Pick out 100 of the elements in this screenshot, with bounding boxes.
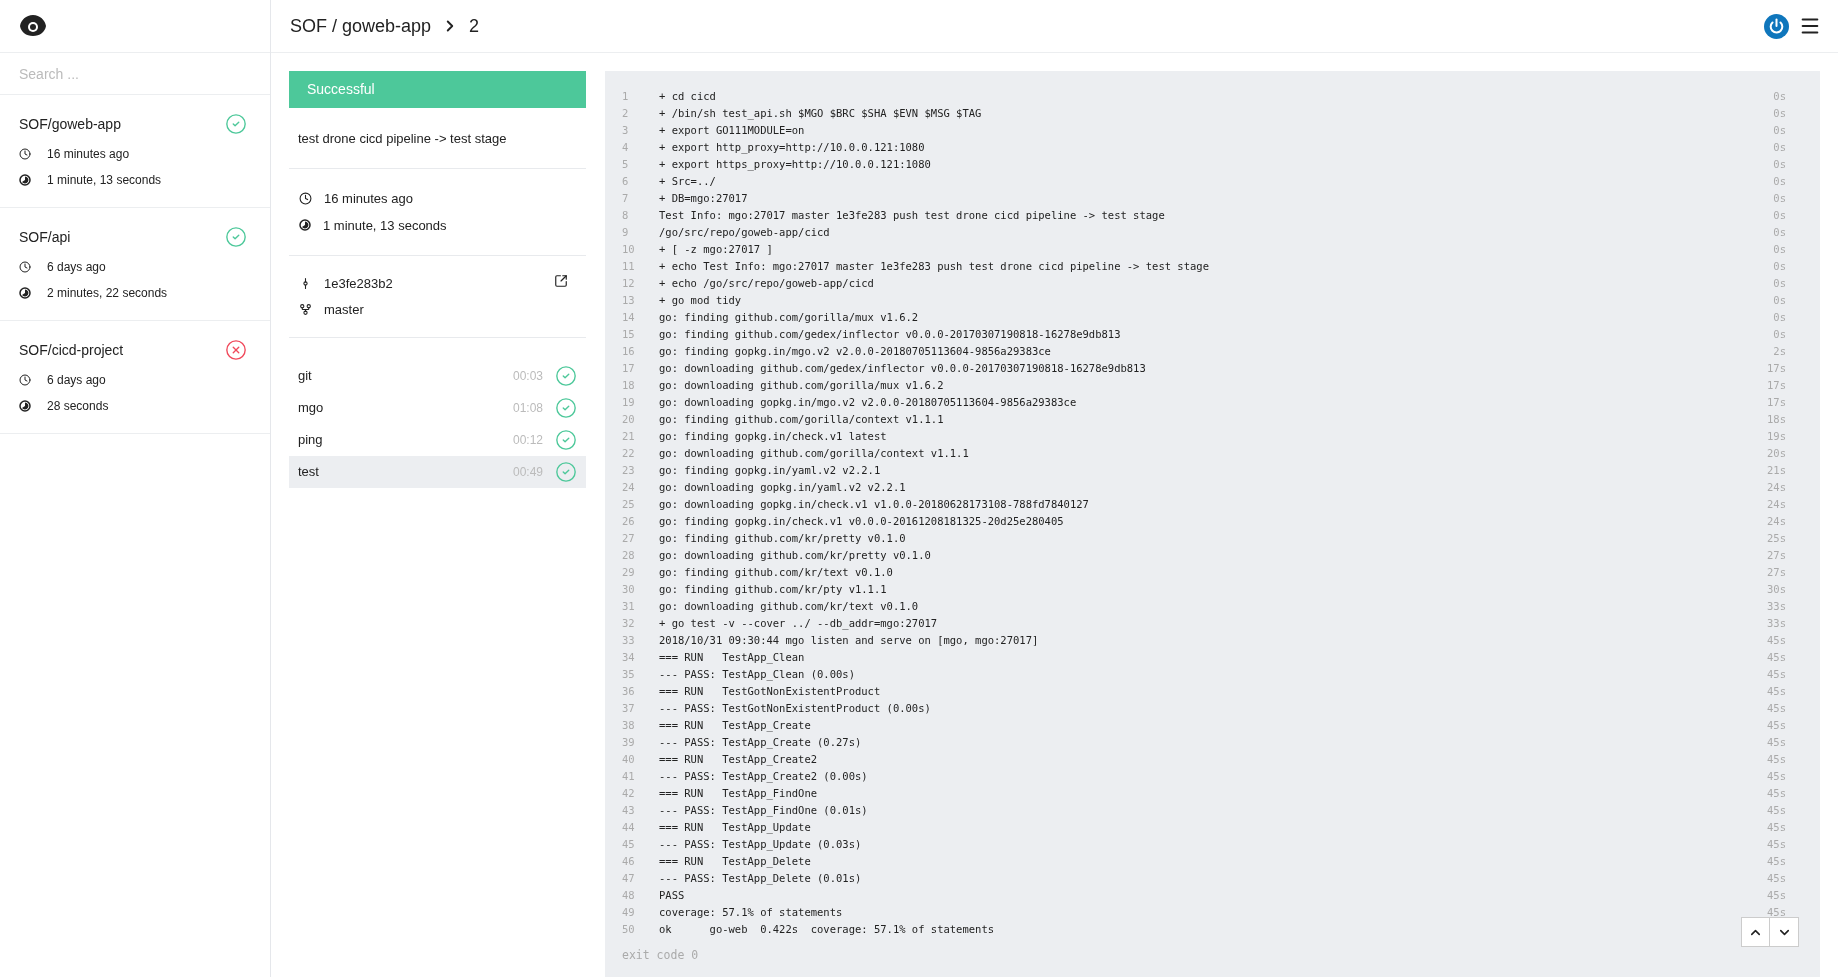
log-line: === RUN TestApp_Update [659,819,811,836]
log-line: --- PASS: TestGotNonExistentProduct (0.00s) [659,700,931,716]
log-time: 45s [1767,887,1786,903]
log-line: go: finding github.com/kr/pretty v0.1.0 [659,530,906,546]
line-number: 25 [622,496,636,512]
log-time: 45s [1767,819,1786,835]
log-line: --- PASS: TestApp_Update (0.03s) [659,836,862,853]
search-field[interactable]: Search ... [0,53,270,95]
repo-item[interactable]: SOF/goweb-app 16 minutes ago 1 minute, 13 seconds [0,95,270,208]
log-line: go: downloading gopkg.in/yaml.v2 v2.2.1 [659,479,906,495]
log-line: go: downloading gopkg.in/mgo.v2 v2.0.0-20180705113604-9856a29383ce [659,394,1077,410]
line-number: 35 [622,666,636,682]
log-line: go: downloading github.com/gorilla/mux v1.6.2 [659,377,944,393]
stage-time: 01:08 [512,400,543,417]
log-time: 24s [1767,479,1786,495]
log-time: 30s [1767,581,1786,597]
log-line: /go/src/repo/goweb-app/cicd [659,224,830,240]
log-time: 2s [1773,343,1786,359]
log-time: 0s [1773,275,1786,291]
line-number: 6 [622,173,630,189]
log-line: go: finding github.com/gedex/inflector v0.0.0-20170307190818-16278e9db813 [659,326,1121,342]
line-number: 12 [622,275,636,291]
log-line: coverage: 57.1% of statements [659,904,843,920]
breadcrumb[interactable]: SOF / goweb-app [290,12,432,40]
line-number: 10 [622,241,636,257]
line-number: 9 [622,224,630,240]
power-icon[interactable] [1764,13,1789,39]
repo-item[interactable]: SOF/api 6 days ago 2 minutes, 22 seconds [0,208,270,321]
line-number: 49 [622,904,636,920]
log-time: 45s [1767,666,1786,682]
log-line: go: finding gopkg.in/check.v1 v0.0.0-20161208181325-20d25e280405 [659,513,1064,529]
line-number: 29 [622,564,636,580]
log-time: 45s [1767,802,1786,818]
line-number: 11 [622,258,636,274]
line-number: 50 [622,921,636,937]
started-time: 6 days ago [47,372,106,389]
log-line: --- PASS: TestApp_Delete (0.01s) [659,870,862,887]
log-line: go: downloading github.com/kr/pretty v0.1.0 [659,547,931,563]
log-line: go: finding gopkg.in/yaml.v2 v2.2.1 [659,462,881,478]
log-line: go: finding github.com/gorilla/context v1.1.1 [659,411,944,427]
line-number: 7 [622,190,630,206]
stage-item[interactable]: ping 00:12 [289,424,586,456]
commit-hash: 1e3fe283b2 [324,275,393,293]
log-time: 24s [1767,513,1786,529]
line-number: 41 [622,768,636,784]
line-number: 34 [622,649,636,665]
stage-name: git [298,367,313,386]
stage-name: mgo [298,399,325,418]
stage-item[interactable]: git 00:03 [289,360,586,392]
external-link-icon[interactable] [554,274,568,288]
log-line: ok go-web 0.422s coverage: 57.1% of statements [659,921,995,937]
log-time: 0s [1773,207,1786,223]
clock-icon [299,192,312,206]
log-time: 45s [1767,785,1786,801]
line-number: 40 [622,751,636,767]
clock-icon [19,148,31,160]
line-number: 48 [622,887,636,903]
log-time: 0s [1773,241,1786,257]
log-line: --- PASS: TestApp_Clean (0.00s) [659,666,855,683]
line-number: 27 [622,530,636,546]
log-line: === RUN TestApp_Clean [659,649,805,666]
log-line: + DB=mgo:27017 [659,190,748,206]
log-line: + go test -v --cover ../ --db_addr=mgo:27017 [659,615,938,632]
line-number: 21 [622,428,636,444]
line-number: 8 [622,207,630,223]
duration-text: 1 minute, 13 seconds [47,172,162,189]
log-line: 2018/10/31 09:30:44 mgo listen and serve on [mgo, mgo:27017] [659,632,1039,648]
log-time: 0s [1773,156,1786,172]
duration-text: 2 minutes, 22 seconds [47,285,168,302]
duration-icon [299,219,311,232]
started-time: 16 minutes ago [324,190,413,208]
log-line: go: finding gopkg.in/check.v1 latest [659,428,887,444]
logo-icon[interactable] [19,14,47,38]
line-number: 45 [622,836,636,852]
log-time: 45s [1767,836,1786,852]
line-number: 3 [622,122,630,138]
log-time: 18s [1767,411,1786,427]
log-time: 45s [1767,700,1786,716]
log-time: 0s [1773,88,1786,104]
line-number: 44 [622,819,636,835]
log-line: + export GO111MODULE=on [659,122,805,138]
repo-item[interactable]: SOF/cicd-project 6 days ago 28 seconds [0,321,270,434]
log-line: go: finding gopkg.in/mgo.v2 v2.0.0-20180705113604-9856a29383ce [659,343,1051,359]
duration-text: 28 seconds [47,398,109,415]
commit-message: test drone cicd pipeline -> test stage [298,131,507,146]
log-time: 17s [1767,377,1786,393]
line-number: 26 [622,513,636,529]
stage-item[interactable]: mgo 01:08 [289,392,586,424]
log-time: 0s [1773,190,1786,206]
log-line: --- PASS: TestApp_FindOne (0.01s) [659,802,868,819]
log-time: 33s [1767,598,1786,614]
log-line: go: finding github.com/kr/pty v1.1.1 [659,581,887,597]
line-number: 24 [622,479,636,495]
log-line: === RUN TestApp_Create2 [659,751,818,768]
log-line: === RUN TestApp_FindOne [659,785,818,802]
line-number: 17 [622,360,636,376]
log-line: + echo /go/src/repo/goweb-app/cicd [659,275,874,291]
clock-icon [19,261,31,273]
duration-text: 1 minute, 13 seconds [323,216,447,235]
build-number: 2 [469,14,480,38]
